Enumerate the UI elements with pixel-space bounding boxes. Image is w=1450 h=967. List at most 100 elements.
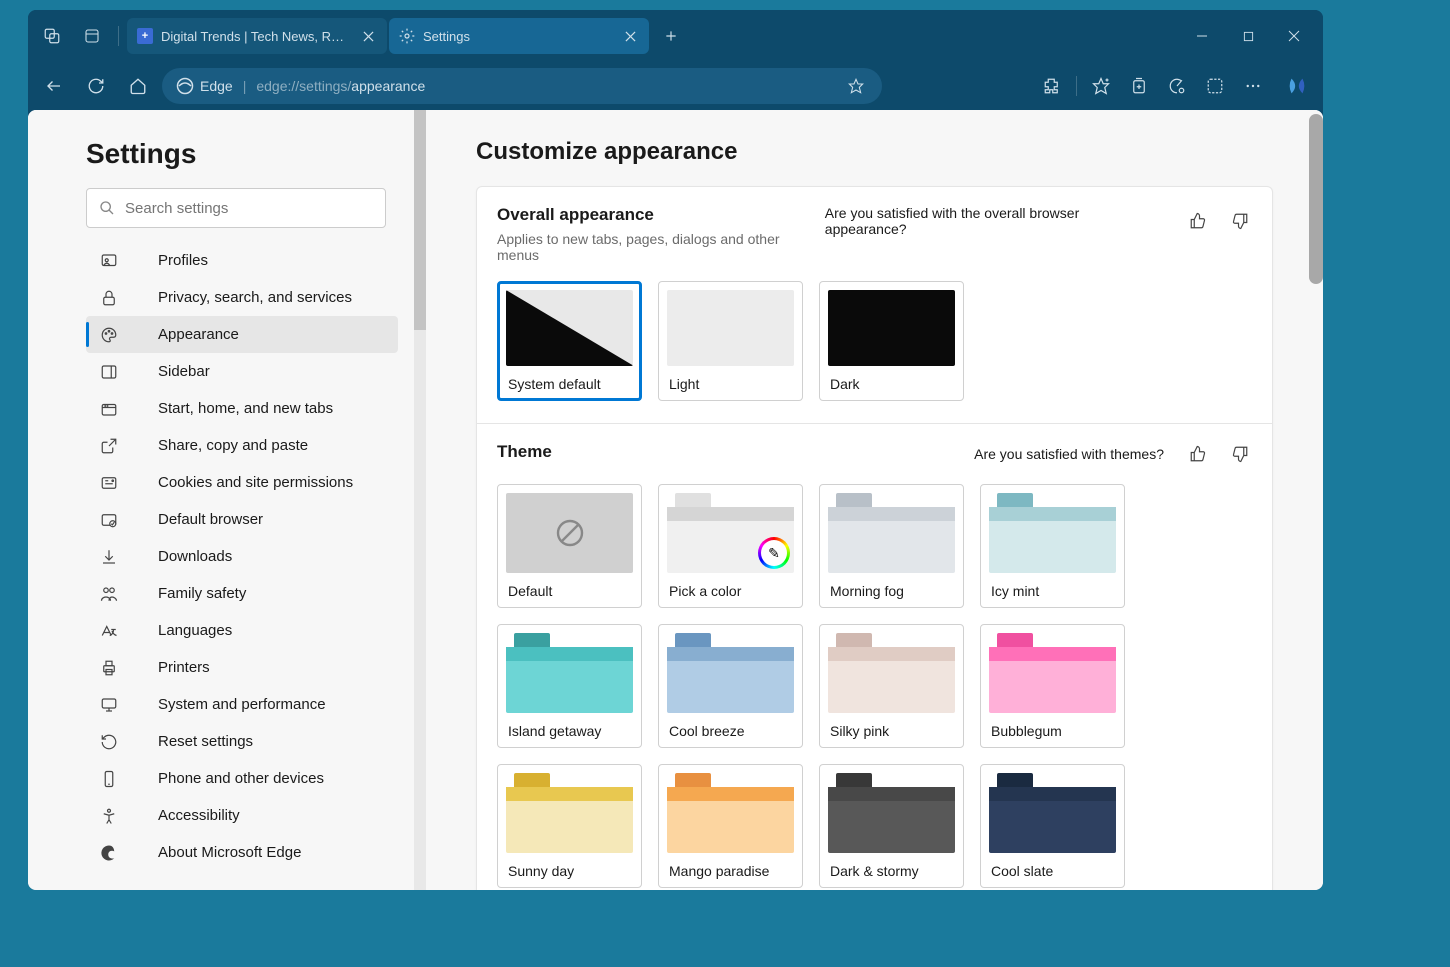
nav-label: Share, copy and paste: [158, 437, 308, 454]
sidebar-item-privacy-search-and-services[interactable]: Privacy, search, and services: [86, 279, 398, 316]
thumbs-down-icon[interactable]: [1228, 209, 1252, 233]
sidebar-item-about-microsoft-edge[interactable]: About Microsoft Edge: [86, 834, 398, 871]
swatch-label: Pick a color: [667, 583, 794, 599]
theme-option-dark-stormy[interactable]: Dark & stormy: [819, 764, 964, 888]
collections-icon[interactable]: [1121, 68, 1157, 104]
family-icon: [100, 585, 118, 603]
sidebar-item-profiles[interactable]: Profiles: [86, 242, 398, 279]
browser-essentials-icon[interactable]: [1197, 68, 1233, 104]
sidebar-item-default-browser[interactable]: Default browser: [86, 501, 398, 538]
search-settings-input[interactable]: [86, 188, 386, 228]
favorites-icon[interactable]: [1083, 68, 1119, 104]
nav-label: Start, home, and new tabs: [158, 400, 333, 417]
tab-close-icon[interactable]: [621, 27, 639, 45]
theme-option-morning-fog[interactable]: Morning fog: [819, 484, 964, 608]
theme-option-cool-slate[interactable]: Cool slate: [980, 764, 1125, 888]
browser-tab[interactable]: +Digital Trends | Tech News, Revie: [127, 18, 387, 54]
swatch-label: Sunny day: [506, 863, 633, 879]
sidebar-item-languages[interactable]: Languages: [86, 612, 398, 649]
theme-option-silky-pink[interactable]: Silky pink: [819, 624, 964, 748]
nav-label: About Microsoft Edge: [158, 844, 301, 861]
theme-option-pick-a-color[interactable]: ✎ Pick a color: [658, 484, 803, 608]
url-text: edge://settings/appearance: [256, 78, 425, 94]
sidebar-item-system-and-performance[interactable]: System and performance: [86, 686, 398, 723]
theme-option-default[interactable]: Default: [497, 484, 642, 608]
favorite-star-icon[interactable]: [844, 74, 868, 98]
sidebar-item-phone-and-other-devices[interactable]: Phone and other devices: [86, 760, 398, 797]
swatch-label: Cool slate: [989, 863, 1116, 879]
sidebar-title: Settings: [28, 138, 426, 188]
thumbs-up-icon[interactable]: [1186, 442, 1210, 466]
main-scrollbar[interactable]: [1309, 110, 1323, 890]
sidebar-item-start-home-and-new-tabs[interactable]: Start, home, and new tabs: [86, 390, 398, 427]
nav-label: Profiles: [158, 252, 208, 269]
new-tab-button[interactable]: [653, 18, 689, 54]
theme-title: Theme: [497, 442, 552, 462]
nav-label: Default browser: [158, 511, 263, 528]
overall-subtitle: Applies to new tabs, pages, dialogs and …: [497, 231, 825, 263]
performance-icon[interactable]: [1159, 68, 1195, 104]
extensions-icon[interactable]: [1034, 68, 1070, 104]
browser-tab[interactable]: Settings: [389, 18, 649, 54]
thumbs-down-icon[interactable]: [1228, 442, 1252, 466]
system-icon: [100, 696, 118, 714]
swatch-label: Bubblegum: [989, 723, 1116, 739]
printer-icon: [100, 659, 118, 677]
swatch-label: System default: [506, 376, 633, 392]
maximize-button[interactable]: [1225, 19, 1271, 53]
workspaces-icon[interactable]: [34, 18, 70, 54]
sidebar-item-appearance[interactable]: Appearance: [86, 316, 398, 353]
nav-label: Downloads: [158, 548, 232, 565]
back-button[interactable]: [36, 68, 72, 104]
sidebar-item-cookies-and-site-permissions[interactable]: Cookies and site permissions: [86, 464, 398, 501]
nav-label: System and performance: [158, 696, 326, 713]
home-button[interactable]: [120, 68, 156, 104]
copilot-icon[interactable]: [1279, 68, 1315, 104]
thumbs-up-icon[interactable]: [1186, 209, 1210, 233]
tab-favicon: [399, 28, 415, 44]
sidebar-item-sidebar[interactable]: Sidebar: [86, 353, 398, 390]
color-picker-icon: ✎: [758, 537, 790, 569]
main-content: Customize appearance Overall appearance …: [426, 110, 1323, 890]
theme-option-bubblegum[interactable]: Bubblegum: [980, 624, 1125, 748]
sidebar-item-accessibility[interactable]: Accessibility: [86, 797, 398, 834]
theme-option-icy-mint[interactable]: Icy mint: [980, 484, 1125, 608]
appearance-option-light[interactable]: Light: [658, 281, 803, 401]
minimize-button[interactable]: [1179, 19, 1225, 53]
sidebar-scrollbar[interactable]: [414, 110, 426, 890]
tab-actions-icon[interactable]: [74, 18, 110, 54]
sidebar-item-share-copy-and-paste[interactable]: Share, copy and paste: [86, 427, 398, 464]
cookies-icon: [100, 474, 118, 492]
titlebar: +Digital Trends | Tech News, Revie Settin…: [28, 10, 1323, 62]
theme-option-cool-breeze[interactable]: Cool breeze: [658, 624, 803, 748]
refresh-button[interactable]: [78, 68, 114, 104]
nav-label: Printers: [158, 659, 210, 676]
theme-option-island-getaway[interactable]: Island getaway: [497, 624, 642, 748]
theme-option-sunny-day[interactable]: Sunny day: [497, 764, 642, 888]
tab-favicon: +: [137, 28, 153, 44]
sidebar-item-family-safety[interactable]: Family safety: [86, 575, 398, 612]
nav-label: Phone and other devices: [158, 770, 324, 787]
default-icon: [100, 511, 118, 529]
theme-option-mango-paradise[interactable]: Mango paradise: [658, 764, 803, 888]
sidebar-item-printers[interactable]: Printers: [86, 649, 398, 686]
toolbar: Edge | edge://settings/appearance: [28, 62, 1323, 110]
address-bar[interactable]: Edge | edge://settings/appearance: [162, 68, 882, 104]
appearance-option-system-default[interactable]: System default: [497, 281, 642, 401]
overall-feedback-text: Are you satisfied with the overall brows…: [825, 205, 1164, 237]
swatch-label: Dark & stormy: [828, 863, 955, 879]
sidebar-icon: [100, 363, 118, 381]
appearance-option-dark[interactable]: Dark: [819, 281, 964, 401]
sidebar-item-reset-settings[interactable]: Reset settings: [86, 723, 398, 760]
share-icon: [100, 437, 118, 455]
swatch-label: Light: [667, 376, 794, 392]
close-window-button[interactable]: [1271, 19, 1317, 53]
swatch-label: Dark: [828, 376, 955, 392]
lock-icon: [100, 289, 118, 307]
sidebar-item-downloads[interactable]: Downloads: [86, 538, 398, 575]
nav-label: Languages: [158, 622, 232, 639]
nav-label: Reset settings: [158, 733, 253, 750]
tab-label: Settings: [423, 29, 613, 44]
tab-close-icon[interactable]: [359, 27, 377, 45]
more-menu-icon[interactable]: [1235, 68, 1271, 104]
